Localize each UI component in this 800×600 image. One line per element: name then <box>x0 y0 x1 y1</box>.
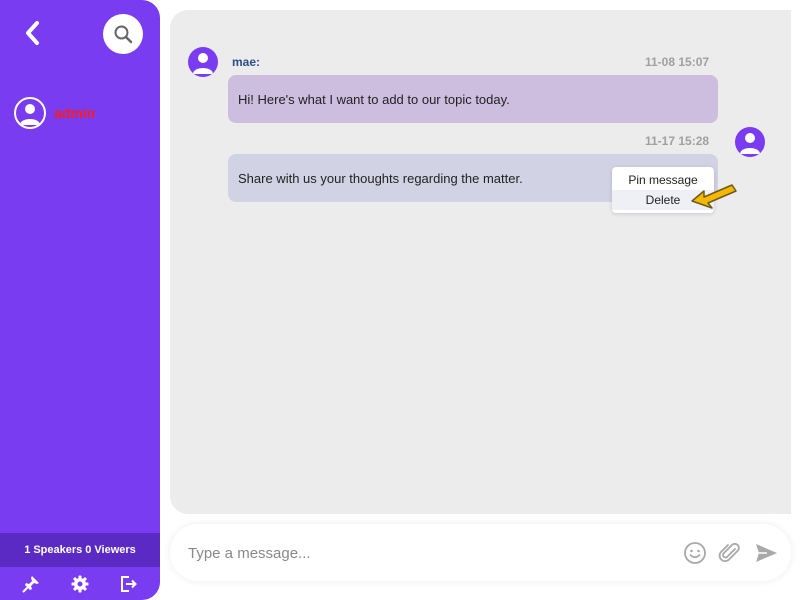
search-button[interactable] <box>103 14 143 54</box>
message-input[interactable] <box>188 538 668 568</box>
participants-stats: 1 Speakers 0 Viewers <box>0 533 160 567</box>
message-composer <box>170 524 791 581</box>
user-name: admin <box>54 105 96 121</box>
search-icon <box>114 25 133 44</box>
settings-button[interactable] <box>70 574 90 594</box>
message-sender: mae: <box>232 55 261 69</box>
pin-icon <box>22 575 39 592</box>
message-time: 11-17 15:28 <box>645 134 710 148</box>
exit-icon <box>121 575 138 592</box>
emoji-icon <box>684 542 706 564</box>
sidebar-toolbar <box>0 567 160 600</box>
message-text: Hi! Here's what I want to add to our top… <box>238 91 510 107</box>
own-avatar <box>735 127 765 157</box>
emoji-button[interactable] <box>683 541 707 565</box>
paperclip-icon <box>718 542 740 562</box>
attach-button[interactable] <box>718 541 742 565</box>
send-icon <box>756 544 777 562</box>
sidebar: admin 1 Speakers 0 Viewers <box>0 0 160 600</box>
leave-button[interactable] <box>119 574 139 594</box>
viewers-label: Viewers <box>94 544 136 556</box>
pointer-cursor-icon <box>691 184 737 209</box>
avatar <box>14 97 46 129</box>
user-icon <box>20 104 40 125</box>
user-list-item[interactable]: admin <box>14 97 95 129</box>
send-button[interactable] <box>754 541 778 565</box>
sender-avatar <box>188 47 218 77</box>
speakers-label: Speakers <box>33 544 83 556</box>
speakers-count: 1 <box>24 544 31 556</box>
viewers-count: 0 <box>85 544 92 556</box>
message-text: Share with us your thoughts regarding th… <box>238 170 523 186</box>
pin-button[interactable] <box>21 574 41 594</box>
chevron-left-icon <box>26 21 39 45</box>
gear-icon <box>71 575 89 592</box>
message-time: 11-08 15:07 <box>645 55 710 69</box>
message-bubble-received[interactable]: Hi! Here's what I want to add to our top… <box>228 75 718 123</box>
back-button[interactable] <box>18 16 48 50</box>
chat-panel: mae: 11-08 15:07 Hi! Here's what I want … <box>170 10 791 514</box>
user-icon <box>193 53 213 74</box>
user-icon <box>740 133 760 154</box>
